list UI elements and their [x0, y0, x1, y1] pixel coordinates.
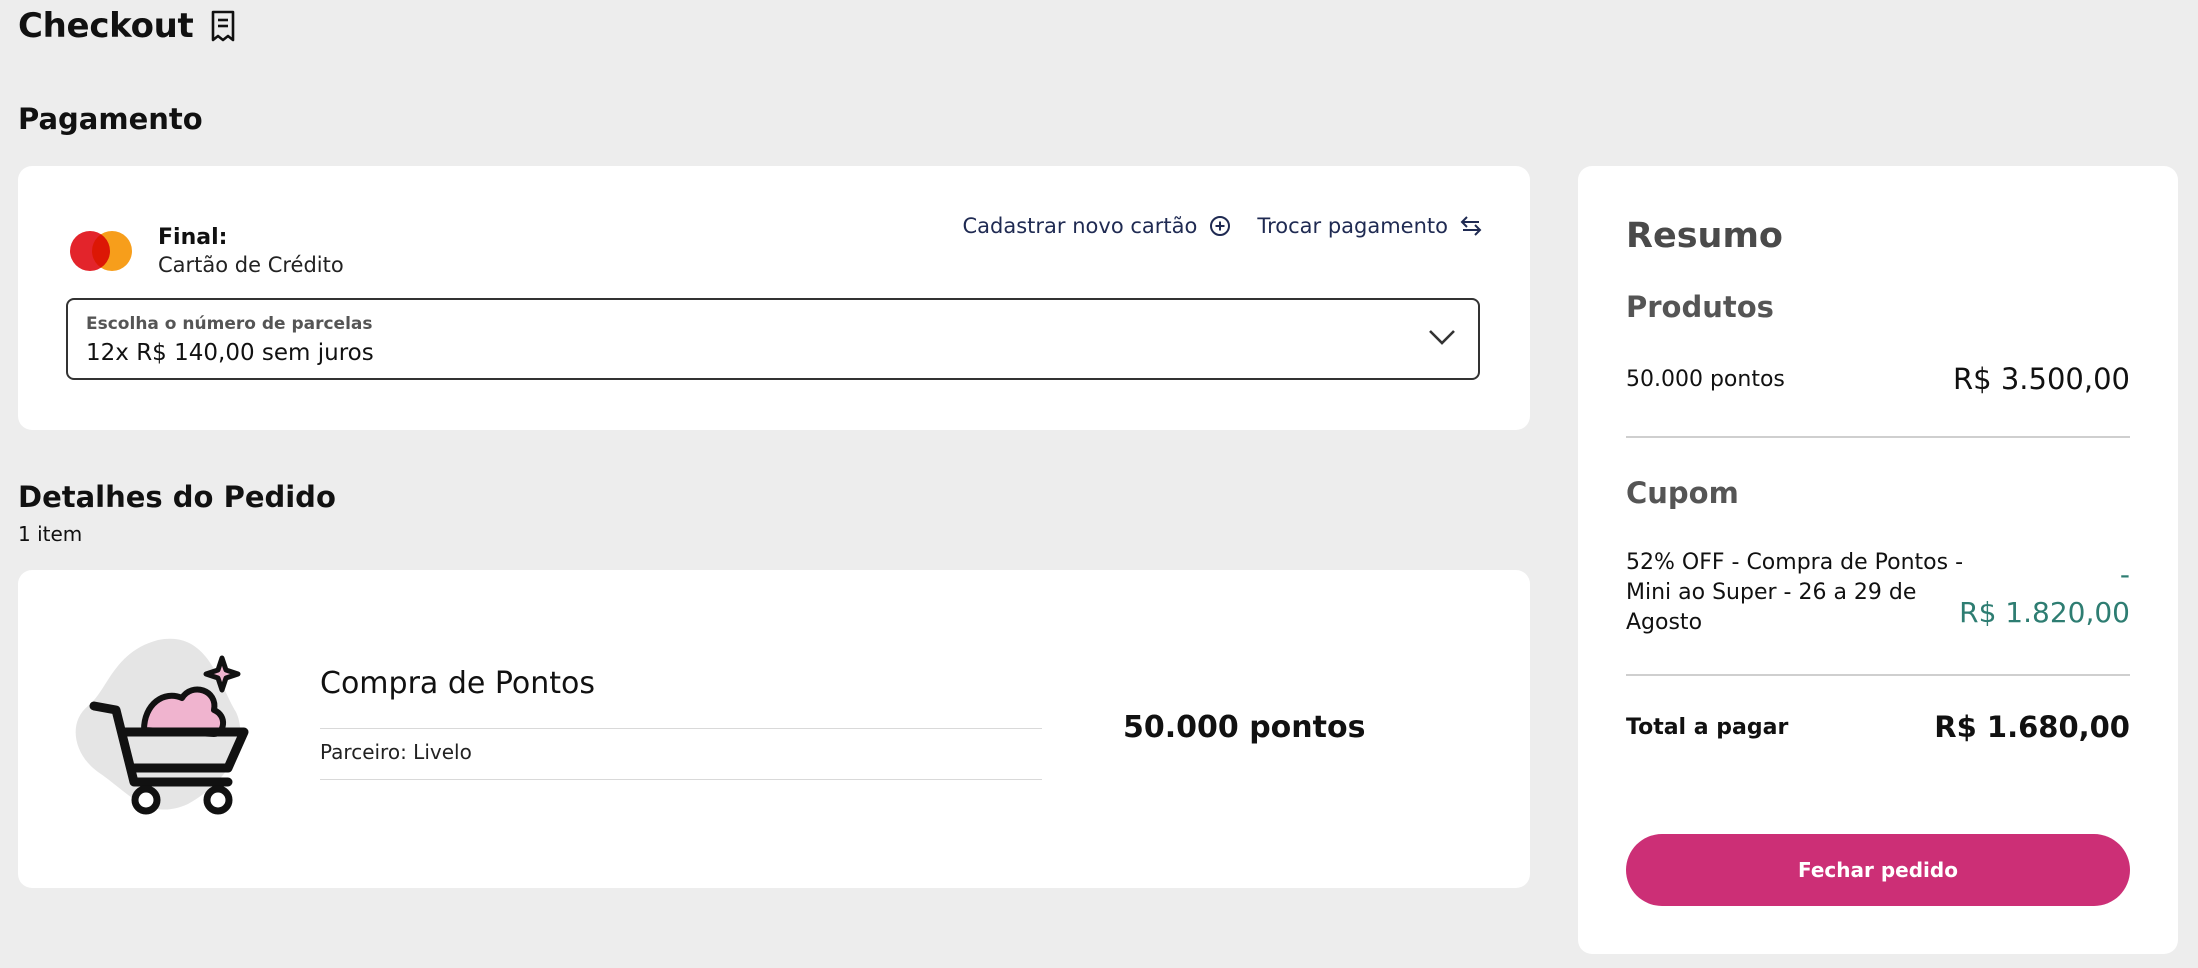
card-info: Final: Cartão de Crédito — [158, 224, 344, 278]
order-card: Compra de Pontos Parceiro: Livelo 50.000… — [18, 570, 1530, 888]
product-partner: Parceiro: Livelo — [320, 740, 472, 764]
page-title: Checkout — [18, 6, 194, 46]
product-name: Compra de Pontos — [320, 666, 595, 701]
coupon-amount: - R$ 1.820,00 — [1959, 556, 2130, 632]
products-row: 50.000 pontos R$ 3.500,00 — [1626, 362, 2130, 396]
summary-divider — [1626, 674, 2130, 676]
register-card-label: Cadastrar novo cartão — [962, 214, 1198, 238]
coupon-amount-sign: - — [2119, 558, 2130, 591]
total-row: Total a pagar R$ 1.680,00 — [1626, 710, 2130, 744]
receipt-icon — [210, 10, 236, 42]
summary-card: Resumo Produtos 50.000 pontos R$ 3.500,0… — [1578, 166, 2178, 954]
shopping-cart-icon — [68, 622, 268, 826]
total-label: Total a pagar — [1626, 714, 1789, 740]
chevron-down-icon — [1428, 328, 1456, 350]
order-section-title: Detalhes do Pedido — [18, 480, 336, 514]
close-order-button[interactable]: Fechar pedido — [1626, 834, 2130, 906]
product-divider — [320, 779, 1042, 780]
installments-label: Escolha o número de parcelas — [86, 314, 373, 334]
products-heading: Produtos — [1626, 290, 1774, 324]
products-amount: R$ 3.500,00 — [1953, 362, 2130, 396]
coupon-description: 52% OFF - Compra de Pontos - Mini ao Sup… — [1626, 550, 1964, 635]
payment-card: Final: Cartão de Crédito Cadastrar novo … — [18, 166, 1530, 430]
payment-actions: Cadastrar novo cartão Trocar pagamento — [963, 214, 1482, 238]
change-payment-link[interactable]: Trocar pagamento — [1257, 214, 1482, 238]
total-amount: R$ 1.680,00 — [1934, 710, 2130, 744]
product-points: 50.000 pontos — [1123, 710, 1366, 745]
change-payment-label: Trocar pagamento — [1257, 214, 1448, 238]
coupon-amount-value: R$ 1.820,00 — [1959, 596, 2130, 629]
card-method: Final: Cartão de Crédito — [70, 224, 344, 278]
summary-title: Resumo — [1626, 216, 1783, 256]
order-item-count: 1 item — [18, 522, 83, 546]
page-header: Checkout — [18, 6, 236, 46]
plus-circle-icon — [1209, 215, 1231, 237]
installments-select[interactable]: Escolha o número de parcelas 12x R$ 140,… — [66, 298, 1480, 380]
register-card-link[interactable]: Cadastrar novo cartão — [963, 214, 1232, 238]
product-divider — [320, 728, 1042, 729]
mastercard-logo — [70, 231, 132, 271]
card-type: Cartão de Crédito — [158, 253, 344, 277]
coupon-heading: Cupom — [1626, 476, 1739, 510]
products-qty: 50.000 pontos — [1626, 366, 1785, 392]
summary-divider — [1626, 436, 2130, 438]
installments-value: 12x R$ 140,00 sem juros — [86, 340, 374, 366]
payment-section-title: Pagamento — [18, 102, 203, 136]
card-final-label: Final: — [158, 225, 228, 250]
swap-arrows-icon — [1460, 215, 1482, 237]
